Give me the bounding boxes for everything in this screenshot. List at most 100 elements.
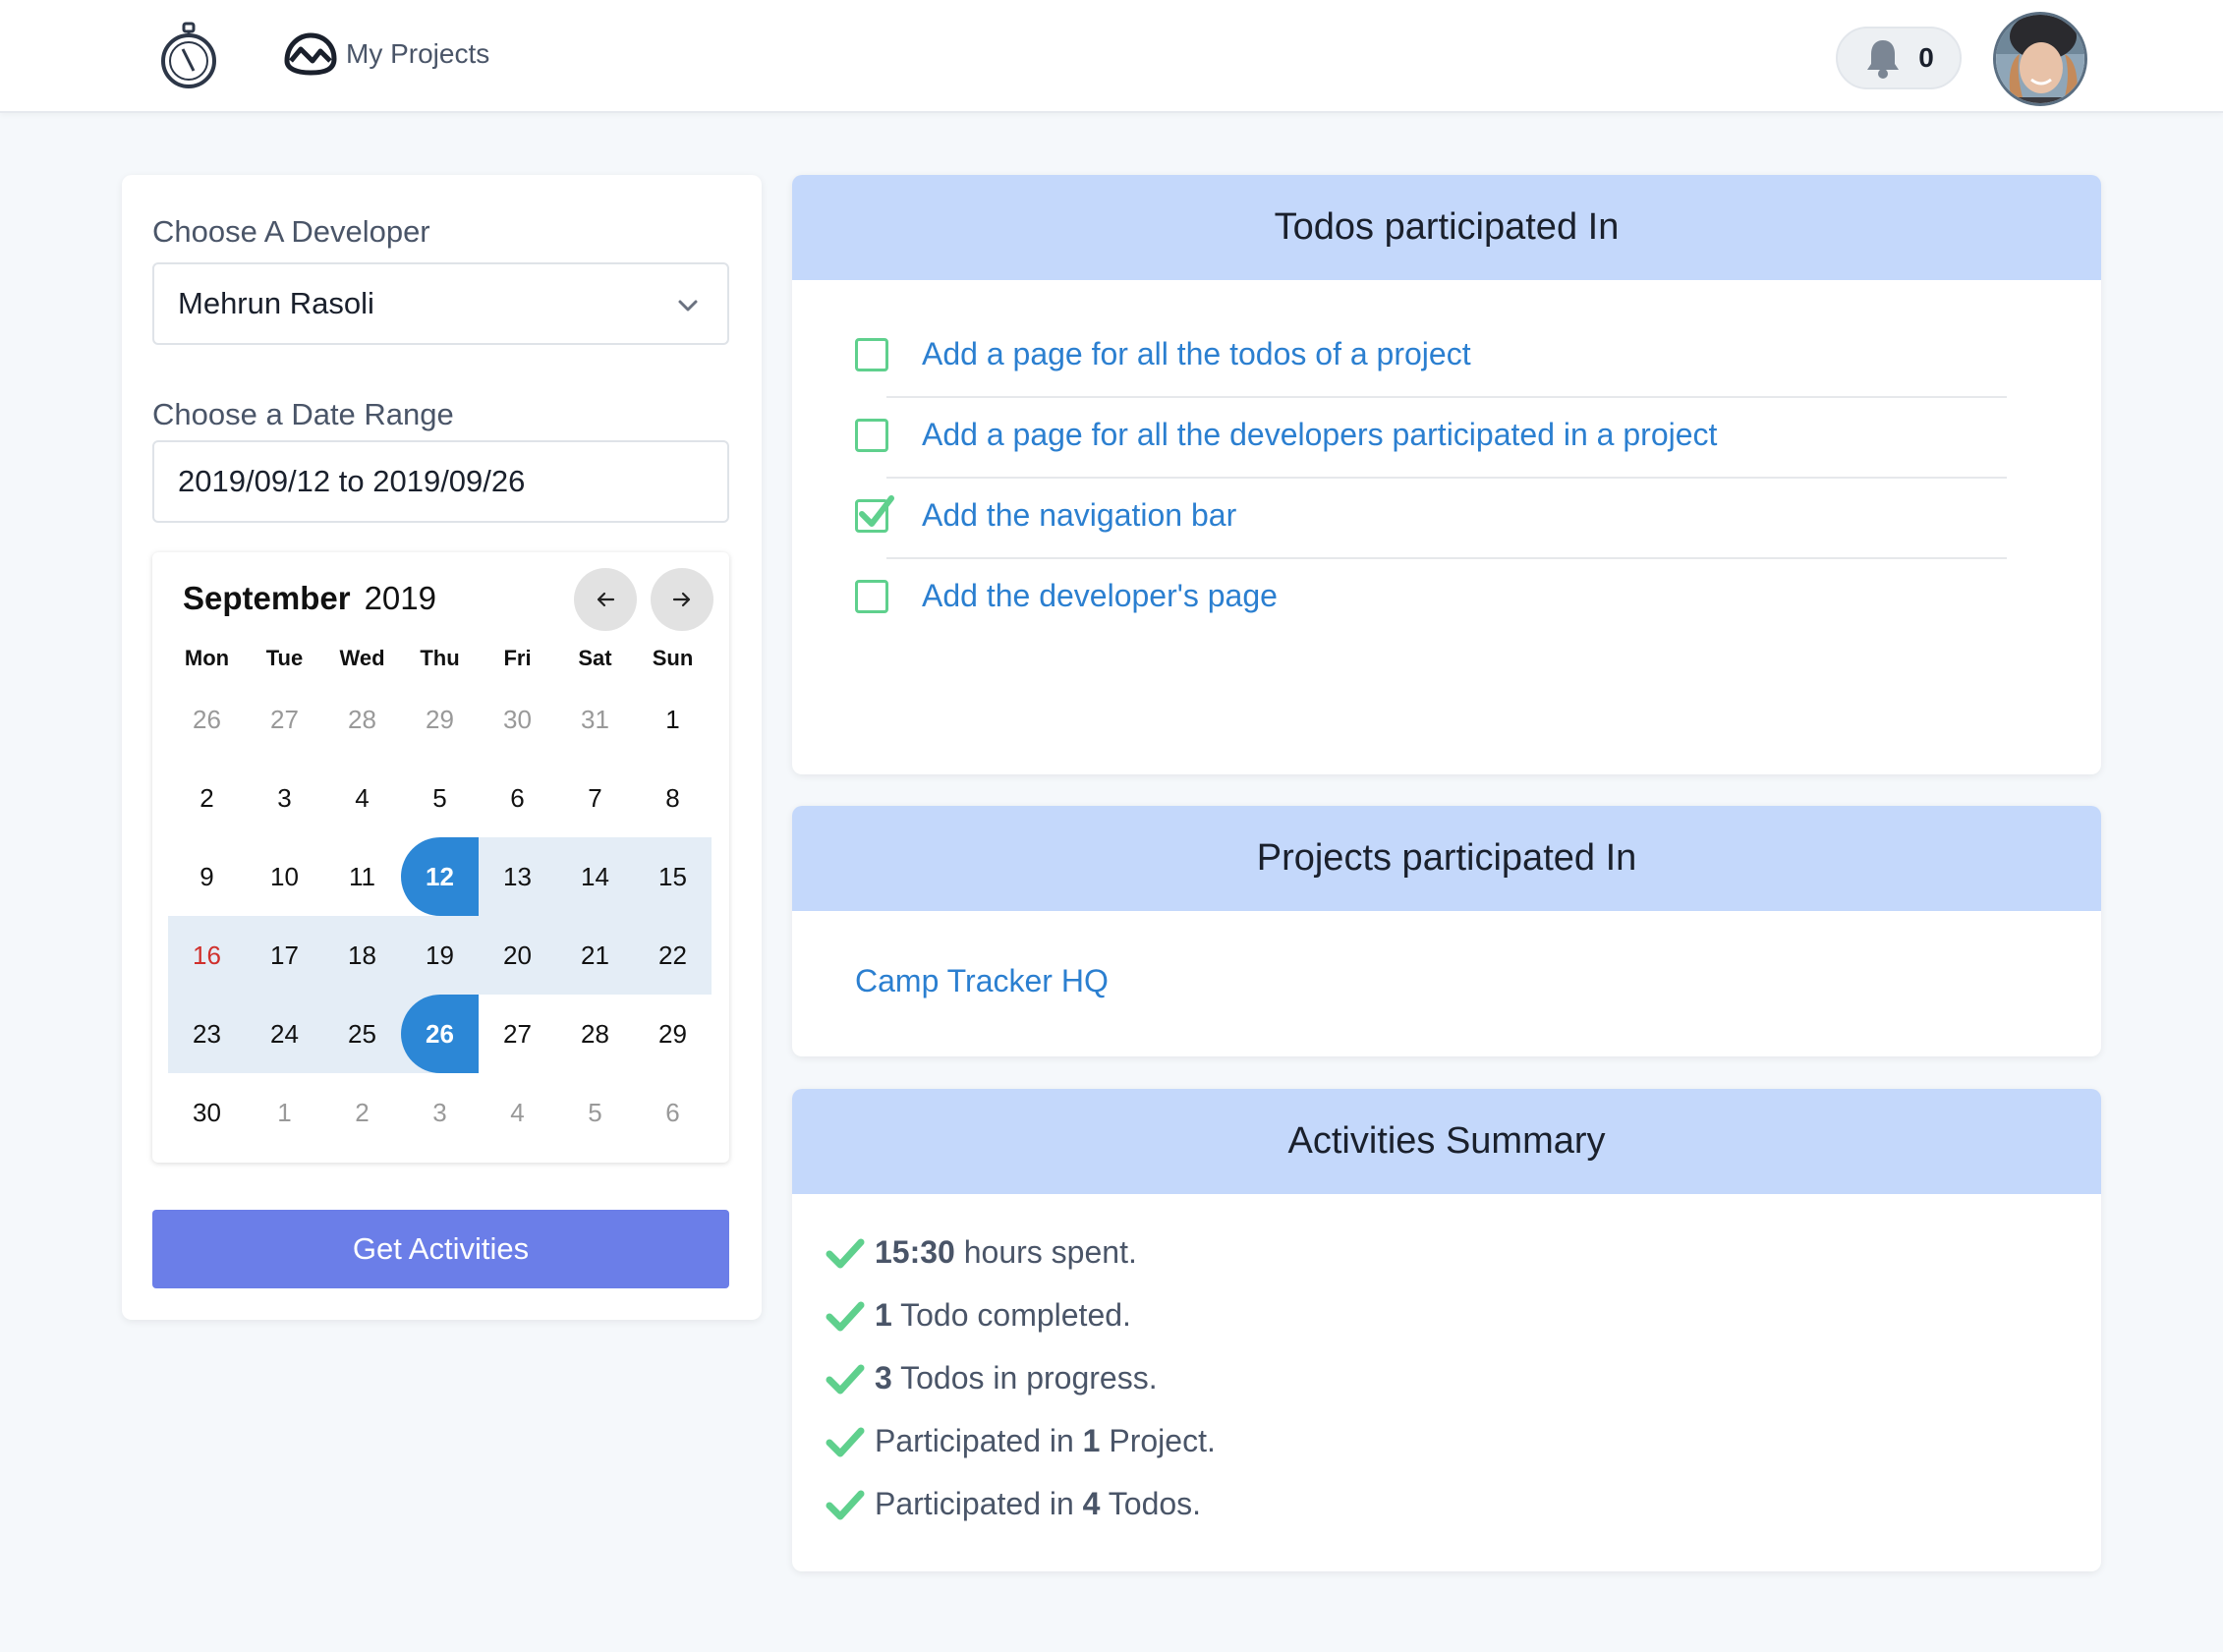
basecamp-logo-icon — [284, 32, 337, 76]
checkbox-checked[interactable] — [855, 494, 894, 533]
calendar-day[interactable]: 23 — [168, 995, 246, 1073]
calendar-day[interactable]: 16 — [168, 916, 246, 995]
calendar-day[interactable]: 27 — [246, 680, 323, 759]
check-icon — [826, 1238, 865, 1268]
calendar-day[interactable]: 26 — [168, 680, 246, 759]
calendar-day[interactable]: 4 — [323, 759, 401, 837]
calendar-day[interactable]: 2 — [323, 1073, 401, 1152]
date-range-input[interactable] — [152, 440, 729, 523]
summary-value: 4 — [1082, 1486, 1101, 1521]
calendar-month: September — [183, 580, 351, 616]
calendar-day[interactable]: 27 — [479, 995, 556, 1073]
notifications-count: 0 — [1918, 42, 1934, 73]
calendar-day[interactable]: 4 — [479, 1073, 556, 1152]
calendar-day[interactable]: 13 — [479, 837, 556, 916]
checkbox[interactable] — [855, 579, 888, 613]
calendar-day[interactable]: 19 — [401, 916, 479, 995]
calendar-day[interactable]: 25 — [323, 995, 401, 1073]
top-navbar: My Projects 0 — [0, 0, 2223, 113]
todos-card-title: Todos participated In — [792, 175, 2101, 280]
calendar-day[interactable]: 6 — [479, 759, 556, 837]
todos-card: Todos participated In Add a page for all… — [792, 175, 2101, 774]
weekday-header: Tue — [265, 646, 304, 670]
calendar-day[interactable]: 5 — [401, 759, 479, 837]
todo-item[interactable]: Add the navigation bar — [855, 494, 1236, 534]
calendar-day[interactable]: 20 — [479, 916, 556, 995]
calendar-day[interactable]: 3 — [401, 1073, 479, 1152]
project-link[interactable]: Camp Tracker HQ — [855, 963, 1109, 999]
prev-month-button[interactable] — [574, 568, 637, 631]
todo-item[interactable]: Add a page for all the todos of a projec… — [855, 336, 1471, 372]
calendar-day[interactable]: 28 — [556, 995, 634, 1073]
calendar-day[interactable]: 5 — [556, 1073, 634, 1152]
check-icon — [826, 1301, 865, 1331]
developer-select[interactable]: Mehrun Rasoli — [152, 262, 729, 345]
calendar-day[interactable]: 29 — [634, 995, 712, 1073]
calendar-day-number: 26 — [401, 995, 479, 1073]
calendar-grid: Mon Tue Wed Thu Fri Sat Sun 26 27 28 29 30 31 1 2 3 4 5 6 7… — [168, 637, 713, 1152]
summary-item: 15:30 hours spent. — [826, 1234, 1137, 1271]
summary-text: 3 Todos in progress. — [875, 1360, 1158, 1396]
stopwatch-icon[interactable] — [157, 20, 220, 90]
calendar-day[interactable]: 14 — [556, 837, 634, 916]
check-icon — [826, 1364, 865, 1394]
calendar-day[interactable]: 7 — [556, 759, 634, 837]
bell-icon — [1867, 40, 1900, 79]
calendar-day[interactable]: 17 — [246, 916, 323, 995]
calendar-day[interactable]: 24 — [246, 995, 323, 1073]
notifications-button[interactable]: 0 — [1836, 27, 1962, 89]
calendar-day[interactable]: 1 — [634, 680, 712, 759]
summary-suffix: Todos. — [1100, 1486, 1202, 1521]
my-projects-link[interactable]: My Projects — [283, 29, 489, 79]
date-range-label: Choose a Date Range — [152, 397, 454, 431]
summary-suffix: Todos in progress. — [891, 1360, 1158, 1396]
calendar-day[interactable]: 18 — [323, 916, 401, 995]
my-projects-label: My Projects — [346, 38, 490, 69]
summary-suffix: Todo completed. — [891, 1297, 1131, 1333]
calendar-day-number: 12 — [401, 837, 479, 916]
summary-card-title: Activities Summary — [792, 1089, 2101, 1194]
calendar-day[interactable]: 30 — [168, 1073, 246, 1152]
calendar-day[interactable]: 10 — [246, 837, 323, 916]
filter-panel: Choose A Developer Mehrun Rasoli Choose … — [122, 175, 762, 1320]
user-avatar[interactable] — [1993, 12, 2087, 106]
calendar-day-range-start[interactable]: 12 — [401, 837, 479, 916]
summary-text: 1 Todo completed. — [875, 1297, 1131, 1334]
check-icon — [859, 494, 894, 527]
summary-value: 1 — [875, 1297, 892, 1333]
get-activities-button[interactable]: Get Activities — [152, 1210, 729, 1288]
calendar-day[interactable]: 2 — [168, 759, 246, 837]
calendar-day[interactable]: 11 — [323, 837, 401, 916]
summary-text: Participated in 1 Project. — [875, 1423, 1216, 1459]
calendar-day[interactable]: 22 — [634, 916, 712, 995]
todo-item[interactable]: Add a page for all the developers partic… — [855, 417, 1717, 453]
todo-item[interactable]: Add the developer's page — [855, 578, 1278, 614]
summary-suffix: hours spent. — [954, 1234, 1137, 1270]
calendar-day[interactable]: 30 — [479, 680, 556, 759]
summary-prefix: Participated in — [875, 1486, 1083, 1521]
calendar-day[interactable]: 3 — [246, 759, 323, 837]
calendar-day[interactable]: 28 — [323, 680, 401, 759]
arrow-right-icon — [672, 592, 691, 607]
todo-divider — [886, 557, 2007, 559]
summary-text: Participated in 4 Todos. — [875, 1486, 1201, 1522]
checkbox[interactable] — [855, 418, 888, 452]
calendar-day[interactable]: 1 — [246, 1073, 323, 1152]
check-icon — [826, 1427, 865, 1456]
calendar-day[interactable]: 8 — [634, 759, 712, 837]
calendar-day[interactable]: 21 — [556, 916, 634, 995]
checkbox[interactable] — [855, 337, 888, 371]
weekday-header: Thu — [420, 646, 460, 670]
calendar-day[interactable]: 15 — [634, 837, 712, 916]
calendar-day[interactable]: 31 — [556, 680, 634, 759]
activities-summary-card: Activities Summary 15:30 hours spent. 1 T… — [792, 1089, 2101, 1571]
summary-value: 1 — [1082, 1423, 1101, 1458]
calendar-day[interactable]: 9 — [168, 837, 246, 916]
summary-value: 3 — [875, 1360, 892, 1396]
weekday-header: Fri — [503, 646, 532, 670]
next-month-button[interactable] — [651, 568, 713, 631]
calendar-day[interactable]: 29 — [401, 680, 479, 759]
calendar-day-range-end[interactable]: 26 — [401, 995, 479, 1073]
calendar-day[interactable]: 6 — [634, 1073, 712, 1152]
projects-card-title: Projects participated In — [792, 806, 2101, 911]
